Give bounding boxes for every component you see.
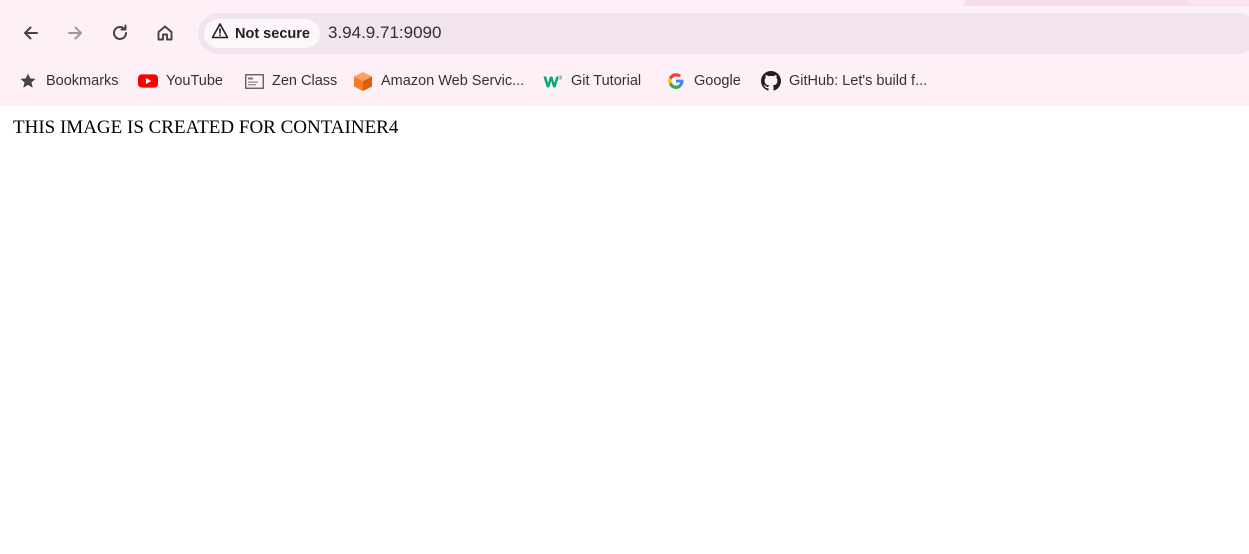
bookmark-label: Bookmarks — [46, 73, 119, 89]
bookmark-github[interactable]: GitHub: Let's build f... — [761, 68, 927, 94]
url-text[interactable]: 3.94.9.71:9090 — [328, 23, 441, 43]
bookmark-youtube[interactable]: YouTube — [138, 68, 223, 94]
bookmark-label: Git Tutorial — [571, 73, 642, 89]
active-tab[interactable] — [0, 0, 965, 8]
security-indicator[interactable]: Not secure — [204, 19, 320, 48]
arrow-right-icon — [65, 23, 85, 43]
youtube-icon — [138, 71, 158, 91]
bookmark-google[interactable]: Google — [666, 68, 741, 94]
bookmark-zen-class[interactable]: Zen Class — [244, 68, 337, 94]
github-icon — [761, 71, 781, 91]
home-button[interactable] — [148, 16, 182, 50]
star-icon — [18, 71, 38, 91]
forward-button[interactable] — [58, 16, 92, 50]
bookmark-all-bookmarks[interactable]: Bookmarks — [18, 68, 119, 94]
w3schools-icon: 3 — [543, 71, 563, 91]
address-bar[interactable]: Not secure 3.94.9.71:9090 — [198, 13, 1249, 54]
bookmark-aws[interactable]: Amazon Web Servic... — [353, 68, 524, 94]
arrow-left-icon — [21, 23, 41, 43]
warning-triangle-icon — [211, 22, 229, 45]
page-body-text: THIS IMAGE IS CREATED FOR CONTAINER4 — [13, 117, 399, 138]
bookmarks-bar: Bookmarks YouTube Zen Class Amazon Web S… — [0, 64, 1249, 98]
bookmark-label: Google — [694, 73, 741, 89]
bookmark-label: Amazon Web Servic... — [381, 73, 525, 89]
reload-button[interactable] — [103, 16, 137, 50]
bookmark-label: YouTube — [166, 73, 223, 89]
security-label: Not secure — [235, 25, 310, 42]
bookmark-git-tutorial[interactable]: 3 Git Tutorial — [543, 68, 641, 94]
inactive-tab[interactable] — [1188, 0, 1249, 5]
svg-text:3: 3 — [559, 76, 562, 82]
browser-chrome: Not secure 3.94.9.71:9090 Bookmarks YouT… — [0, 0, 1249, 106]
google-icon — [666, 71, 686, 91]
back-button[interactable] — [14, 16, 48, 50]
bookmark-label: Zen Class — [272, 73, 338, 89]
reload-icon — [110, 23, 130, 43]
home-icon — [155, 23, 175, 43]
zen-class-icon — [244, 71, 264, 91]
bookmark-label: GitHub: Let's build f... — [789, 73, 928, 89]
aws-cube-icon — [353, 71, 373, 91]
